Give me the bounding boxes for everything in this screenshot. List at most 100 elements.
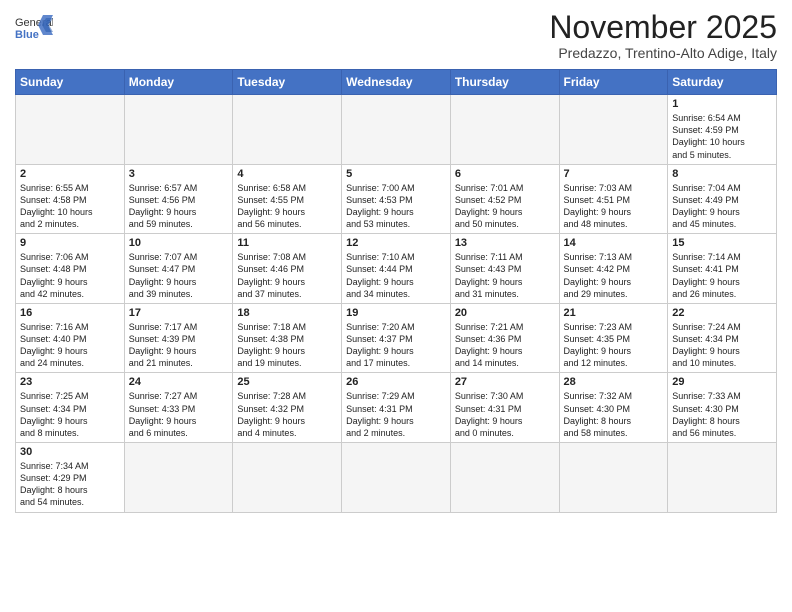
calendar-cell [124, 443, 233, 513]
calendar-cell: 30 Sunrise: 7:34 AM Sunset: 4:29 PM Dayli… [16, 443, 125, 513]
day-number: 4 [237, 168, 337, 180]
location: Predazzo, Trentino-Alto Adige, Italy [549, 45, 777, 61]
weekday-header-friday: Friday [559, 70, 668, 95]
day-number: 30 [20, 446, 120, 458]
calendar-week-row: 2 Sunrise: 6:55 AM Sunset: 4:58 PM Daylig… [16, 164, 777, 234]
calendar-cell: 5 Sunrise: 7:00 AM Sunset: 4:53 PM Daylig… [342, 164, 451, 234]
day-number: 14 [564, 237, 664, 249]
svg-text:Blue: Blue [15, 29, 39, 41]
calendar-cell: 18 Sunrise: 7:18 AM Sunset: 4:38 PM Dayli… [233, 303, 342, 373]
day-number: 22 [672, 307, 772, 319]
calendar-week-row: 30 Sunrise: 7:34 AM Sunset: 4:29 PM Dayli… [16, 443, 777, 513]
calendar-cell: 26 Sunrise: 7:29 AM Sunset: 4:31 PM Dayli… [342, 373, 451, 443]
day-info: Sunrise: 7:10 AM Sunset: 4:44 PM Dayligh… [346, 251, 446, 300]
day-info: Sunrise: 7:28 AM Sunset: 4:32 PM Dayligh… [237, 390, 337, 439]
day-number: 10 [129, 237, 229, 249]
calendar-cell: 19 Sunrise: 7:20 AM Sunset: 4:37 PM Dayli… [342, 303, 451, 373]
day-info: Sunrise: 7:30 AM Sunset: 4:31 PM Dayligh… [455, 390, 555, 439]
month-title: November 2025 [549, 10, 777, 45]
day-info: Sunrise: 7:25 AM Sunset: 4:34 PM Dayligh… [20, 390, 120, 439]
day-number: 7 [564, 168, 664, 180]
calendar-cell: 7 Sunrise: 7:03 AM Sunset: 4:51 PM Daylig… [559, 164, 668, 234]
day-number: 1 [672, 98, 772, 110]
calendar-cell: 14 Sunrise: 7:13 AM Sunset: 4:42 PM Dayli… [559, 234, 668, 304]
calendar-week-row: 1 Sunrise: 6:54 AM Sunset: 4:59 PM Daylig… [16, 95, 777, 165]
day-number: 27 [455, 376, 555, 388]
calendar-cell [559, 95, 668, 165]
logo-icon: General Blue [15, 10, 53, 48]
calendar-week-row: 23 Sunrise: 7:25 AM Sunset: 4:34 PM Dayli… [16, 373, 777, 443]
day-number: 13 [455, 237, 555, 249]
weekday-header-sunday: Sunday [16, 70, 125, 95]
calendar-cell: 12 Sunrise: 7:10 AM Sunset: 4:44 PM Dayli… [342, 234, 451, 304]
day-info: Sunrise: 6:54 AM Sunset: 4:59 PM Dayligh… [672, 112, 772, 161]
day-info: Sunrise: 7:34 AM Sunset: 4:29 PM Dayligh… [20, 460, 120, 509]
day-number: 23 [20, 376, 120, 388]
day-info: Sunrise: 7:18 AM Sunset: 4:38 PM Dayligh… [237, 321, 337, 370]
weekday-header-tuesday: Tuesday [233, 70, 342, 95]
calendar-cell: 9 Sunrise: 7:06 AM Sunset: 4:48 PM Daylig… [16, 234, 125, 304]
day-info: Sunrise: 7:23 AM Sunset: 4:35 PM Dayligh… [564, 321, 664, 370]
day-number: 5 [346, 168, 446, 180]
day-info: Sunrise: 7:20 AM Sunset: 4:37 PM Dayligh… [346, 321, 446, 370]
calendar-cell [233, 95, 342, 165]
calendar-cell: 29Sunrise: 7:33 AM Sunset: 4:30 PM Dayli… [668, 373, 777, 443]
calendar-cell: 25 Sunrise: 7:28 AM Sunset: 4:32 PM Dayli… [233, 373, 342, 443]
calendar-cell: 22 Sunrise: 7:24 AM Sunset: 4:34 PM Dayli… [668, 303, 777, 373]
day-number: 2 [20, 168, 120, 180]
weekday-header-saturday: Saturday [668, 70, 777, 95]
calendar-cell: 16Sunrise: 7:16 AM Sunset: 4:40 PM Dayli… [16, 303, 125, 373]
calendar-cell [450, 443, 559, 513]
weekday-header-row: SundayMondayTuesdayWednesdayThursdayFrid… [16, 70, 777, 95]
day-number: 12 [346, 237, 446, 249]
day-info: Sunrise: 6:57 AM Sunset: 4:56 PM Dayligh… [129, 182, 229, 231]
day-info: Sunrise: 7:13 AM Sunset: 4:42 PM Dayligh… [564, 251, 664, 300]
day-info: Sunrise: 6:55 AM Sunset: 4:58 PM Dayligh… [20, 182, 120, 231]
calendar-cell: 10Sunrise: 7:07 AM Sunset: 4:47 PM Dayli… [124, 234, 233, 304]
logo: General Blue [15, 10, 53, 48]
calendar-cell: 6Sunrise: 7:01 AM Sunset: 4:52 PM Daylig… [450, 164, 559, 234]
day-number: 26 [346, 376, 446, 388]
calendar-cell [450, 95, 559, 165]
weekday-header-thursday: Thursday [450, 70, 559, 95]
day-info: Sunrise: 6:58 AM Sunset: 4:55 PM Dayligh… [237, 182, 337, 231]
calendar-cell [342, 95, 451, 165]
page: General Blue November 2025 Predazzo, Tre… [0, 0, 792, 528]
calendar-cell: 24 Sunrise: 7:27 AM Sunset: 4:33 PM Dayli… [124, 373, 233, 443]
calendar-cell: 21Sunrise: 7:23 AM Sunset: 4:35 PM Dayli… [559, 303, 668, 373]
day-number: 19 [346, 307, 446, 319]
weekday-header-wednesday: Wednesday [342, 70, 451, 95]
day-number: 24 [129, 376, 229, 388]
day-number: 16 [20, 307, 120, 319]
day-number: 17 [129, 307, 229, 319]
calendar-cell: 20Sunrise: 7:21 AM Sunset: 4:36 PM Dayli… [450, 303, 559, 373]
calendar-cell: 17 Sunrise: 7:17 AM Sunset: 4:39 PM Dayli… [124, 303, 233, 373]
calendar-cell [124, 95, 233, 165]
day-info: Sunrise: 7:17 AM Sunset: 4:39 PM Dayligh… [129, 321, 229, 370]
weekday-header-monday: Monday [124, 70, 233, 95]
day-number: 3 [129, 168, 229, 180]
day-info: Sunrise: 7:04 AM Sunset: 4:49 PM Dayligh… [672, 182, 772, 231]
calendar-cell [233, 443, 342, 513]
calendar-week-row: 9 Sunrise: 7:06 AM Sunset: 4:48 PM Daylig… [16, 234, 777, 304]
title-area: November 2025 Predazzo, Trentino-Alto Ad… [549, 10, 777, 61]
day-info: Sunrise: 7:00 AM Sunset: 4:53 PM Dayligh… [346, 182, 446, 231]
day-number: 15 [672, 237, 772, 249]
day-info: Sunrise: 7:27 AM Sunset: 4:33 PM Dayligh… [129, 390, 229, 439]
day-info: Sunrise: 7:32 AM Sunset: 4:30 PM Dayligh… [564, 390, 664, 439]
day-info: Sunrise: 7:06 AM Sunset: 4:48 PM Dayligh… [20, 251, 120, 300]
day-info: Sunrise: 7:29 AM Sunset: 4:31 PM Dayligh… [346, 390, 446, 439]
day-number: 9 [20, 237, 120, 249]
day-info: Sunrise: 7:03 AM Sunset: 4:51 PM Dayligh… [564, 182, 664, 231]
calendar-cell: 13Sunrise: 7:11 AM Sunset: 4:43 PM Dayli… [450, 234, 559, 304]
day-number: 29 [672, 376, 772, 388]
day-number: 20 [455, 307, 555, 319]
day-info: Sunrise: 7:01 AM Sunset: 4:52 PM Dayligh… [455, 182, 555, 231]
calendar-cell: 2 Sunrise: 6:55 AM Sunset: 4:58 PM Daylig… [16, 164, 125, 234]
calendar-cell: 11Sunrise: 7:08 AM Sunset: 4:46 PM Dayli… [233, 234, 342, 304]
day-info: Sunrise: 7:24 AM Sunset: 4:34 PM Dayligh… [672, 321, 772, 370]
day-number: 18 [237, 307, 337, 319]
calendar-cell [16, 95, 125, 165]
calendar: SundayMondayTuesdayWednesdayThursdayFrid… [15, 69, 777, 512]
day-number: 25 [237, 376, 337, 388]
